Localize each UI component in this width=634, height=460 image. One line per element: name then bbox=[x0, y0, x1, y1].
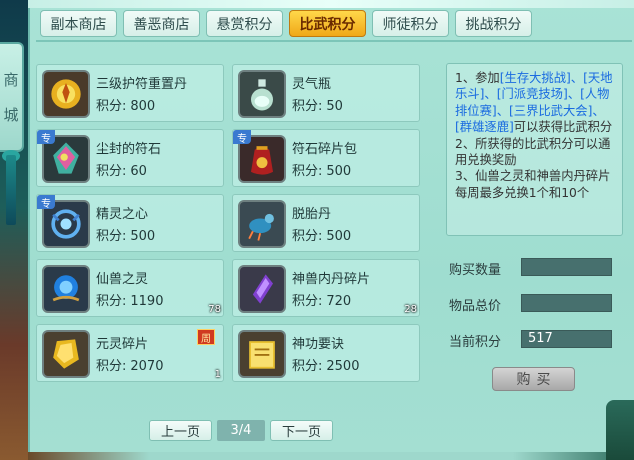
item-price: 积分: 500 bbox=[292, 164, 352, 179]
item-card[interactable]: 专 符石碎片包 积分: 500 bbox=[232, 129, 420, 187]
quantity-label: 购买数量 bbox=[449, 263, 502, 278]
item-price: 积分: 500 bbox=[292, 229, 352, 244]
top-border-decoration bbox=[28, 0, 634, 8]
item-name: 灵气瓶 bbox=[292, 77, 332, 92]
item-name: 神功要诀 bbox=[292, 337, 345, 352]
item-stack-count: 28 bbox=[404, 304, 417, 315]
current-points-label: 当前积分 bbox=[449, 335, 502, 350]
quantity-input[interactable] bbox=[521, 258, 612, 276]
item-price: 积分: 500 bbox=[96, 229, 156, 244]
amulet-pill-icon bbox=[42, 70, 90, 118]
yuanling-fragment-icon bbox=[42, 330, 90, 378]
item-price: 积分: 800 bbox=[96, 99, 156, 114]
tab-mentor-points[interactable]: 师徒积分 bbox=[372, 10, 449, 37]
item-price: 积分: 2070 bbox=[96, 359, 164, 374]
skill-manual-icon bbox=[238, 330, 286, 378]
rules-line-3: 3、仙兽之灵和神兽内丹碎片每周最多兑换1个和10个 bbox=[455, 169, 611, 200]
item-name: 元灵碎片 bbox=[96, 337, 149, 352]
rules-line-1: 1、参加[生存大挑战]、[天地乐斗]、[门派竞技场]、[人物排位赛]、[三界比武… bbox=[455, 71, 613, 135]
item-price: 积分: 50 bbox=[292, 99, 343, 114]
item-card[interactable]: 脱胎丹 积分: 500 bbox=[232, 194, 420, 252]
item-card[interactable]: 78 仙兽之灵 积分: 1190 bbox=[36, 259, 224, 317]
exclusive-badge: 专 bbox=[233, 130, 251, 145]
beast-soul-orb-icon bbox=[42, 265, 90, 313]
tab-bounty-points[interactable]: 悬赏积分 bbox=[206, 10, 283, 37]
rules-line-2: 2、所获得的比武积分可以通用兑换奖励 bbox=[455, 136, 611, 168]
total-price-field bbox=[521, 294, 612, 312]
total-price-label: 物品总价 bbox=[449, 299, 502, 314]
corner-decoration bbox=[606, 400, 634, 460]
item-card[interactable]: 专 精灵之心 积分: 500 bbox=[36, 194, 224, 252]
tab-karma-shop[interactable]: 善恶商店 bbox=[123, 10, 200, 37]
shop-side-tab[interactable]: 商 城 bbox=[0, 42, 24, 152]
item-card[interactable]: 神功要诀 积分: 2500 bbox=[232, 324, 420, 382]
rebirth-pill-icon bbox=[238, 200, 286, 248]
item-name: 精灵之心 bbox=[96, 207, 149, 222]
item-price: 积分: 60 bbox=[96, 164, 147, 179]
beast-core-fragment-icon bbox=[238, 265, 286, 313]
item-name: 神兽内丹碎片 bbox=[292, 272, 371, 287]
item-name: 仙兽之灵 bbox=[96, 272, 149, 287]
tab-divider bbox=[36, 40, 632, 42]
item-card[interactable]: 28 神兽内丹碎片 积分: 720 bbox=[232, 259, 420, 317]
item-card[interactable]: 专 尘封的符石 积分: 60 bbox=[36, 129, 224, 187]
item-price: 积分: 720 bbox=[292, 294, 352, 309]
tab-dungeon-shop[interactable]: 副本商店 bbox=[40, 10, 117, 37]
rules-info-box: 1、参加[生存大挑战]、[天地乐斗]、[门派竞技场]、[人物排位赛]、[三界比武… bbox=[446, 63, 623, 236]
item-stack-count: 78 bbox=[208, 304, 221, 315]
item-price: 积分: 1190 bbox=[96, 294, 164, 309]
exclusive-badge: 专 bbox=[37, 130, 55, 145]
prev-page-button[interactable]: 上一页 bbox=[149, 420, 212, 441]
item-stack-count: 1 bbox=[214, 369, 221, 380]
item-card[interactable]: 灵气瓶 积分: 50 bbox=[232, 64, 420, 122]
item-card[interactable]: 1 周 元灵碎片 积分: 2070 bbox=[36, 324, 224, 382]
exclusive-badge: 专 bbox=[37, 195, 55, 210]
current-points-field: 517 bbox=[521, 330, 612, 348]
item-card[interactable]: 三级护符重置丹 积分: 800 bbox=[36, 64, 224, 122]
item-name: 脱胎丹 bbox=[292, 207, 332, 222]
page-indicator: 3/4 bbox=[217, 420, 265, 441]
shop-tab-char-1: 商 bbox=[3, 71, 19, 89]
item-name: 三级护符重置丹 bbox=[96, 77, 188, 92]
tab-arena-points[interactable]: 比武积分 bbox=[289, 10, 366, 37]
weekly-limit-badge: 周 bbox=[197, 329, 215, 345]
spirit-bottle-icon bbox=[238, 70, 286, 118]
bottom-border-decoration bbox=[28, 452, 634, 460]
buy-button[interactable]: 购买 bbox=[492, 367, 575, 391]
tab-bar: 副本商店 善恶商店 悬赏积分 比武积分 师徒积分 挑战积分 bbox=[40, 10, 532, 37]
tab-challenge-points[interactable]: 挑战积分 bbox=[455, 10, 532, 37]
tassel-decoration bbox=[6, 155, 16, 225]
next-page-button[interactable]: 下一页 bbox=[270, 420, 333, 441]
item-name: 尘封的符石 bbox=[96, 142, 162, 157]
item-name: 符石碎片包 bbox=[292, 142, 358, 157]
shop-tab-char-2: 城 bbox=[3, 106, 19, 124]
item-price: 积分: 2500 bbox=[292, 359, 360, 374]
